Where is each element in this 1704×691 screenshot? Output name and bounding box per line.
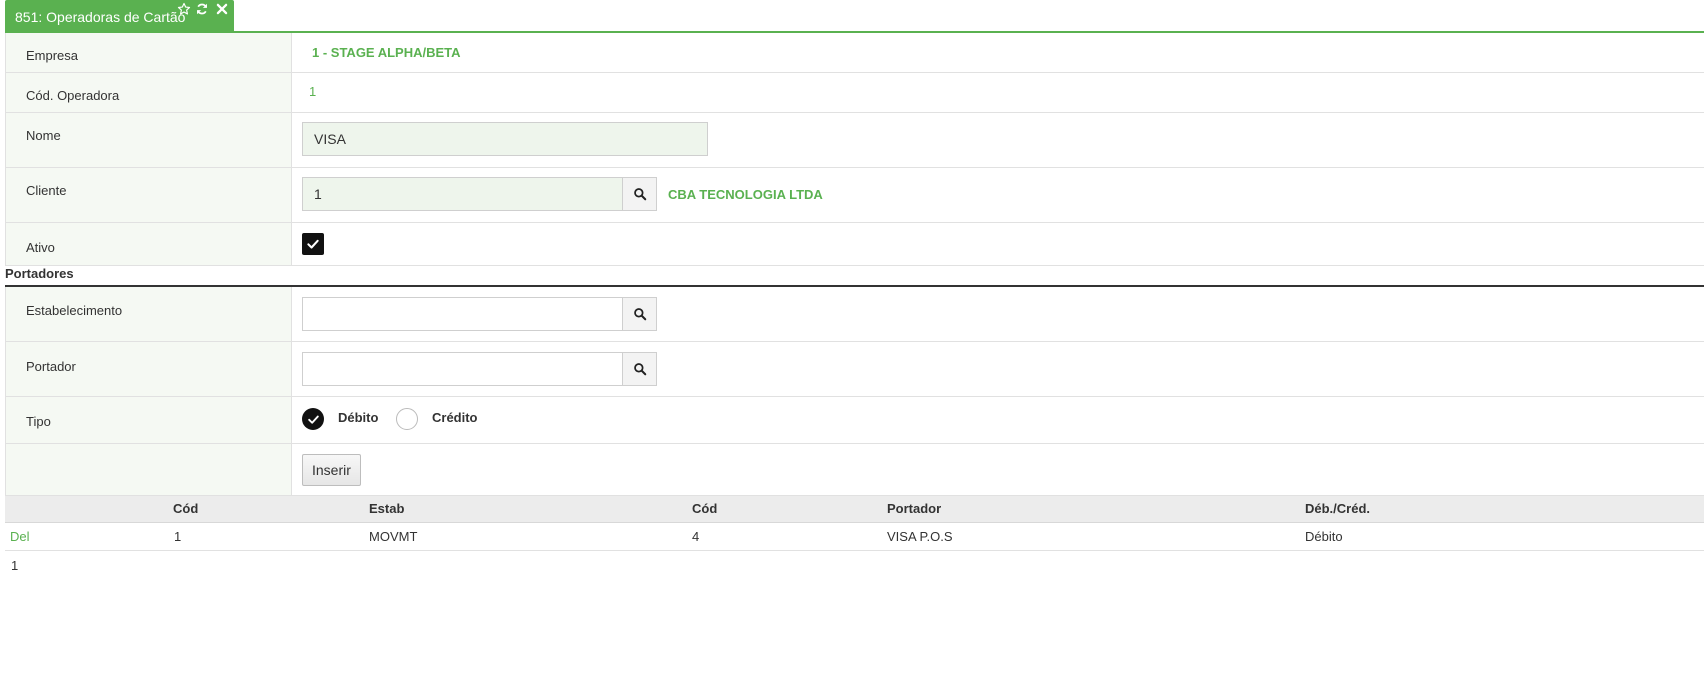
checkmark-icon (307, 239, 319, 249)
portador-search-button[interactable] (622, 352, 657, 386)
portadores-table: Cód Estab Cód Portador Déb./Créd. Del 1 … (5, 496, 1704, 551)
tab-title: 851: Operadoras de Cartão (15, 9, 186, 25)
refresh-icon[interactable] (195, 2, 209, 16)
row-empresa: Empresa 1 - STAGE ALPHA/BETA (6, 33, 1704, 73)
window-tab[interactable]: 851: Operadoras de Cartão (5, 0, 234, 31)
cod-operadora-value: 1 (309, 84, 317, 99)
header-cod[interactable]: Cód (173, 501, 198, 516)
portadores-section-title: Portadores (5, 266, 74, 281)
tipo-debito-label[interactable]: Débito (338, 410, 378, 425)
checkmark-icon (307, 415, 319, 424)
cell-cod-portador: 4 (692, 529, 700, 544)
row-cliente: Cliente CBA TECNOLOGIA LTDA (6, 168, 1704, 223)
favorite-star-icon[interactable] (177, 2, 191, 16)
ativo-checkbox[interactable] (302, 233, 324, 255)
tipo-credito-label[interactable]: Crédito (432, 410, 478, 425)
tipo-debito-radio[interactable] (302, 408, 324, 430)
portador-label: Portador (26, 359, 76, 374)
cell-estab: MOVMT (369, 529, 418, 544)
operadora-form: Empresa 1 - STAGE ALPHA/BETA Cód. Operad… (5, 33, 1704, 266)
header-cod-portador[interactable]: Cód (692, 501, 717, 516)
row-nome: Nome (6, 113, 1704, 168)
table-header: Cód Estab Cód Portador Déb./Créd. (5, 496, 1704, 523)
portador-input[interactable] (302, 352, 623, 386)
ativo-label: Ativo (26, 240, 55, 255)
close-icon[interactable] (215, 2, 229, 16)
search-icon (633, 188, 646, 201)
nome-input[interactable] (302, 122, 708, 156)
empresa-value: 1 - STAGE ALPHA/BETA (312, 45, 461, 60)
header-portador[interactable]: Portador (887, 501, 941, 516)
row-estabelecimento: Estabelecimento (6, 287, 1704, 342)
search-icon (633, 363, 646, 376)
row-cod-operadora: Cód. Operadora 1 (6, 73, 1704, 113)
cliente-description: CBA TECNOLOGIA LTDA (668, 187, 823, 202)
row-inserir: Inserir (6, 444, 1704, 496)
header-deb-cred[interactable]: Déb./Créd. (1305, 501, 1370, 516)
row-portador: Portador (6, 342, 1704, 397)
estabelecimento-label: Estabelecimento (26, 303, 123, 318)
delete-link[interactable]: Del (10, 529, 30, 544)
cliente-search-button[interactable] (622, 177, 657, 211)
search-icon (633, 308, 646, 321)
nome-label: Nome (26, 128, 61, 143)
tipo-credito-radio[interactable] (396, 408, 418, 430)
row-tipo: Tipo Débito Crédito (6, 397, 1704, 444)
empresa-label: Empresa (26, 48, 79, 63)
cell-cod: 1 (174, 529, 182, 544)
estabelecimento-input[interactable] (302, 297, 623, 331)
cell-portador: VISA P.O.S (887, 529, 953, 544)
estabelecimento-search-button[interactable] (622, 297, 657, 331)
cod-operadora-label: Cód. Operadora (26, 88, 120, 103)
cliente-input[interactable] (302, 177, 623, 211)
tipo-label: Tipo (26, 414, 51, 429)
pagination-page[interactable]: 1 (11, 558, 18, 573)
cliente-label: Cliente (26, 183, 67, 198)
row-ativo: Ativo (6, 223, 1704, 266)
inserir-button[interactable]: Inserir (302, 454, 361, 486)
header-estab[interactable]: Estab (369, 501, 404, 516)
cell-deb-cred: Débito (1305, 529, 1343, 544)
table-row: Del 1 MOVMT 4 VISA P.O.S Débito (5, 523, 1704, 551)
portadores-form: Estabelecimento Portador Tipo Débito Cré… (5, 287, 1704, 496)
